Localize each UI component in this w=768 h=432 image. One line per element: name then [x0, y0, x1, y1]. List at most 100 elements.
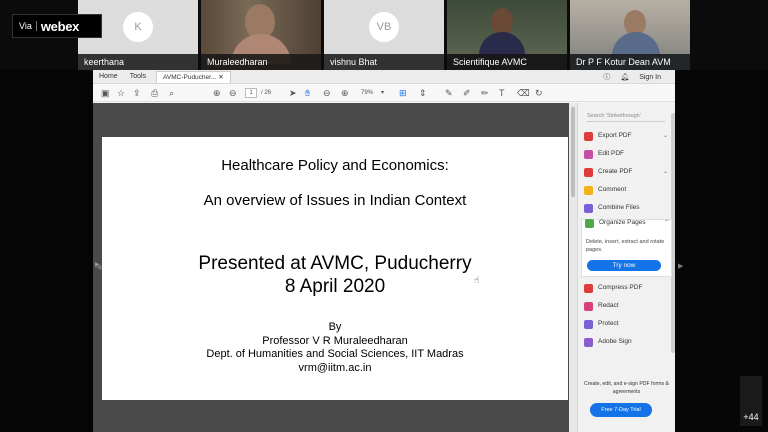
close-icon[interactable]: ✕ [218, 74, 223, 81]
slide-presented: Presented at AVMC, Puducherry [198, 253, 472, 274]
tool-label: Create PDF [598, 168, 633, 175]
hand-cursor-icon: ☝︎ [474, 275, 480, 285]
participant-name: Scientifique AVMC [447, 54, 567, 70]
page-down-icon[interactable]: ⊖ [229, 87, 237, 99]
tool-compress-pdf[interactable]: Compress PDF [584, 281, 670, 295]
more-participants-button[interactable]: +44 [740, 376, 762, 426]
help-icon[interactable]: ⓘ [603, 72, 610, 82]
save-icon[interactable]: ▣ [101, 87, 110, 99]
page-total: / 26 [261, 90, 272, 96]
page-up-icon[interactable]: ⊕ [213, 87, 221, 99]
right-panel-arrow-icon[interactable]: ▶ [678, 262, 686, 270]
via-label: Via [13, 21, 37, 31]
highlight-icon[interactable]: ✐ [463, 87, 471, 99]
document-area[interactable]: ▶ Healthcare Policy and Economics: An ov… [93, 103, 577, 432]
tool-protect[interactable]: Protect [584, 317, 670, 331]
slide-subtitle: An overview of Issues in Indian Context [203, 192, 467, 209]
protect-icon [584, 319, 593, 329]
search-placeholder: Search 'Strikethrough' [587, 113, 641, 119]
participant-tile-4[interactable]: Scientifique AVMC [447, 0, 567, 70]
tools-panel: Search 'Strikethrough' Export PDF ⌄ Edit … [577, 103, 675, 432]
zoom-dropdown-icon[interactable]: ▾ [381, 87, 384, 99]
tool-label: Protect [598, 320, 619, 327]
sign-in-link[interactable]: Sign In [639, 74, 661, 81]
slide-credits: By Professor V R Muraleedharan Dept. of … [102, 321, 568, 375]
comment-icon [584, 185, 593, 195]
participant-tile-2[interactable]: Muraleedharan [201, 0, 321, 70]
document-scrollbar[interactable] [569, 103, 577, 432]
document-tab-label: AVMC-Puducher... [163, 73, 217, 81]
menu-right: ⓘ 🔔︎ Sign In [603, 70, 661, 84]
create-pdf-icon [584, 167, 593, 177]
tool-label: Edit PDF [598, 150, 625, 157]
tool-edit-pdf[interactable]: Edit PDF [584, 147, 670, 161]
free-trial-button[interactable]: Free 7-Day Trial [590, 403, 652, 417]
print-icon[interactable]: ⎙ [151, 87, 158, 99]
tool-create-pdf[interactable]: Create PDF ⌄ [584, 165, 670, 179]
draw-icon[interactable]: ✏ [481, 87, 489, 99]
fit-page-icon[interactable]: ⊞ [399, 87, 407, 99]
bell-icon[interactable]: 🔔︎ [620, 73, 629, 81]
tool-comment[interactable]: Comment [584, 183, 670, 197]
menu-home[interactable]: Home [93, 73, 124, 80]
participant-tile-5[interactable]: Dr P F Kotur Dean AVM [570, 0, 690, 70]
bookmark-star-icon[interactable]: ☆ [117, 87, 125, 99]
combine-files-icon [584, 203, 593, 213]
tool-label: Organize Pages [599, 219, 646, 226]
participant-video [447, 0, 567, 56]
hand-tool-icon[interactable]: ✋︎ [305, 87, 310, 99]
avatar: VB [369, 12, 399, 42]
try-now-button[interactable]: Try now [587, 260, 661, 271]
tool-combine-files[interactable]: Combine Files [584, 201, 670, 215]
tool-organize-pages[interactable]: Organize Pages ⌃ [585, 216, 671, 230]
text-icon[interactable]: T [499, 87, 505, 99]
organize-pages-icon [585, 218, 594, 228]
slide-author: Professor V R Muraleedharan [262, 334, 408, 347]
person-shoulders [479, 32, 525, 56]
tool-export-pdf[interactable]: Export PDF ⌄ [584, 129, 670, 143]
participant-name: Muraleedharan [201, 54, 321, 70]
chevron-down-icon[interactable]: ⌄ [663, 165, 668, 179]
zoom-in-icon[interactable]: ⊕ [341, 87, 349, 99]
chevron-down-icon[interactable]: ⌄ [663, 129, 668, 143]
document-tab[interactable]: AVMC-Puducher... ✕ [156, 70, 231, 83]
acrobat-window: Home Tools AVMC-Puducher... ✕ ⓘ 🔔︎ Sign … [93, 70, 675, 432]
toolbar: ▣ ☆ ⇪ ⎙ ⌕ ⊕ ⊖ 1 / 26 ➤ ✋︎ ⊖ ⊕ 79% ▾ ⊞ ⇕ … [93, 84, 675, 102]
panel-footer-text: Create, edit, and e-sign PDF forms & agr… [583, 381, 670, 395]
export-pdf-icon [584, 131, 593, 141]
participant-tile-3[interactable]: VB vishnu Bhat [324, 0, 444, 70]
delete-icon[interactable]: ⌫ [517, 87, 530, 99]
tool-label: Combine Files [598, 204, 640, 211]
comment-icon[interactable]: ✎ [445, 87, 453, 99]
scroll-mode-icon[interactable]: ⇕ [419, 87, 427, 99]
zoom-search-icon[interactable]: ⌕ [169, 87, 174, 99]
tool-label: Redact [598, 302, 619, 309]
zoom-level[interactable]: 79% [361, 87, 373, 99]
slide-date: 8 April 2020 [284, 276, 386, 297]
edit-pdf-icon [584, 149, 593, 159]
webex-logo: Via webex [12, 14, 102, 38]
participant-name: vishnu Bhat [324, 54, 444, 70]
select-arrow-icon[interactable]: ➤ [289, 87, 297, 99]
rotate-icon[interactable]: ↻ [535, 87, 543, 99]
screen: Via webex K keerthana Muraleedharan VB v… [0, 0, 768, 432]
tool-redact[interactable]: Redact [584, 299, 670, 313]
menu-bar: Home Tools AVMC-Puducher... ✕ ⓘ 🔔︎ Sign … [93, 70, 675, 84]
participant-video [201, 0, 321, 64]
tool-label: Compress PDF [598, 284, 643, 291]
participant-strip: Via webex K keerthana Muraleedharan VB v… [0, 0, 768, 70]
compress-pdf-icon [584, 283, 593, 293]
menu-tools[interactable]: Tools [124, 73, 152, 80]
page-number-input[interactable]: 1 [245, 88, 257, 98]
pdf-page: Healthcare Policy and Economics: An over… [102, 137, 568, 400]
scrollbar-thumb[interactable] [571, 107, 575, 197]
chevron-up-icon[interactable]: ⌃ [664, 216, 669, 230]
slide-email: vrm@iitm.ac.in [298, 361, 372, 374]
tool-adobe-sign[interactable]: Adobe Sign [584, 335, 670, 349]
tools-search-input[interactable]: Search 'Strikethrough' [587, 111, 665, 122]
left-panel-arrow-icon[interactable]: ◀ [96, 263, 101, 271]
organize-description: Delete, insert, extract and rotate pages… [586, 239, 665, 253]
adobe-sign-icon [584, 337, 593, 347]
upload-icon[interactable]: ⇪ [133, 87, 141, 99]
zoom-out-icon[interactable]: ⊖ [323, 87, 331, 99]
